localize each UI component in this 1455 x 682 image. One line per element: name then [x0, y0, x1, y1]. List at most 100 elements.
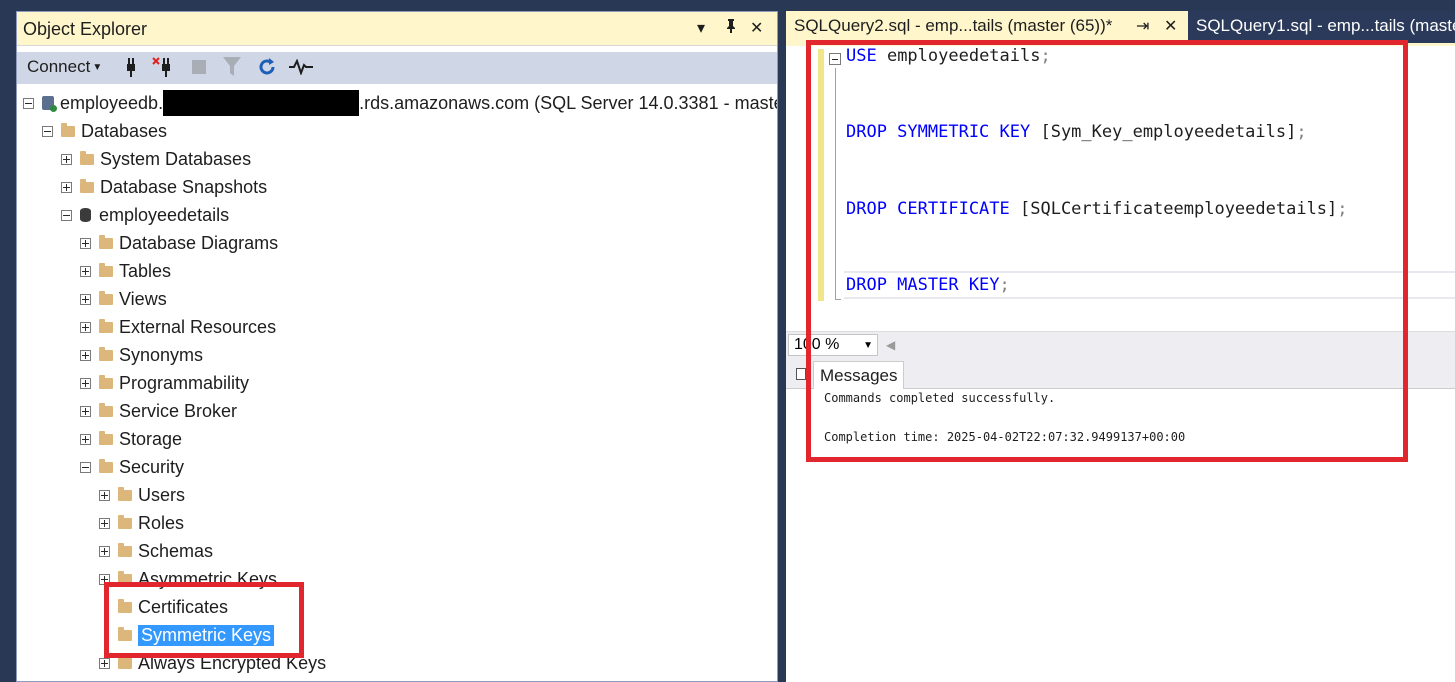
code-text: [Sym_Key_employeedetails] [1030, 122, 1297, 142]
expand-icon[interactable] [80, 433, 91, 445]
zoom-bar: 100 % ▼ ◀ [786, 331, 1455, 359]
folder-icon [118, 542, 132, 557]
tree-node-label: Roles [138, 512, 185, 533]
activity-monitor-icon[interactable] [289, 55, 313, 79]
keyword: DROP SYMMETRIC KEY [846, 122, 1031, 142]
window-position-dropdown-icon[interactable]: ▾ [697, 18, 705, 38]
tree-node[interactable]: Always Encrypted Keys [99, 650, 326, 676]
folder-icon [80, 150, 94, 165]
code-text: [SQLCertificateemployeedetails] [1009, 199, 1338, 219]
code-line-drop-symmetric-key: DROP SYMMETRIC KEY [Sym_Key_employeedeta… [846, 122, 1307, 142]
tree-node-label: Views [119, 288, 167, 309]
keyword: DROP MASTER KEY [846, 275, 1000, 295]
tree-node-label: Programmability [119, 372, 250, 393]
disconnect-icon[interactable] [151, 55, 175, 79]
expand-icon[interactable] [80, 405, 91, 417]
tree-node[interactable]: Programmability [80, 370, 249, 396]
collapse-icon[interactable] [23, 97, 34, 109]
tree-node[interactable]: Tables [80, 258, 171, 284]
collapse-region-icon[interactable] [829, 53, 841, 65]
folder-icon [99, 402, 113, 417]
expand-icon[interactable] [80, 321, 91, 333]
tree-node[interactable]: Database Snapshots [61, 174, 267, 200]
ssms-window: Object Explorer ▾ ✕ Connect ▼ employeedb… [0, 0, 1455, 682]
expand-icon[interactable] [61, 181, 72, 193]
code-line-drop-certificate: DROP CERTIFICATE [SQLCertificateemployee… [846, 199, 1348, 219]
expand-icon[interactable] [80, 237, 91, 249]
expand-icon[interactable] [99, 489, 110, 501]
filter-icon[interactable] [220, 55, 244, 79]
outline-end [835, 299, 841, 300]
expand-icon[interactable] [99, 517, 110, 529]
changed-lines-indicator [818, 49, 824, 301]
folder-icon [61, 122, 75, 137]
tree-node[interactable]: Asymmetric Keys [99, 566, 277, 592]
object-explorer-titlebar: Object Explorer ▾ ✕ [17, 12, 777, 46]
expand-icon[interactable] [99, 545, 110, 557]
tree-node-label: Tables [119, 260, 172, 281]
tree-node-label: Database Diagrams [119, 232, 279, 253]
tree-node[interactable]: Service Broker [80, 398, 237, 424]
folder-icon [80, 178, 94, 193]
tree-node[interactable]: Users [99, 482, 185, 508]
tree-node[interactable]: Symmetric Keys [99, 622, 275, 648]
server-name-suffix: .rds.amazonaws.com (SQL Server 14.0.3381… [359, 92, 777, 113]
tree-node-label: Databases [81, 120, 168, 141]
refresh-icon[interactable] [255, 55, 279, 79]
server-name-prefix: employeedb. [60, 92, 164, 113]
tree-node[interactable]: Security [80, 454, 184, 480]
connect-label: Connect [27, 57, 91, 76]
expand-icon[interactable] [80, 349, 91, 361]
tree-node-label: Certificates [138, 596, 229, 617]
expand-icon[interactable] [99, 657, 110, 669]
tree-node[interactable]: Databases [42, 118, 167, 144]
tab-sqlquery1[interactable]: SQLQuery1.sql - emp...tails (master [1188, 11, 1455, 43]
chevron-down-icon: ▼ [863, 340, 873, 351]
collapse-icon[interactable] [80, 461, 91, 473]
folder-icon [99, 290, 113, 305]
expand-icon[interactable] [61, 153, 72, 165]
tree-node[interactable]: Schemas [99, 538, 213, 564]
keep-tab-open-icon[interactable]: ⇥ [1136, 16, 1149, 36]
zoom-value: 100 % [794, 336, 840, 353]
expand-icon[interactable] [80, 265, 91, 277]
folder-icon [99, 234, 113, 249]
expand-icon[interactable] [80, 293, 91, 305]
tree-node[interactable]: Certificates [99, 594, 228, 620]
tree-node[interactable]: External Resources [80, 314, 276, 340]
folder-icon [99, 430, 113, 445]
tree-node-server[interactable]: employeedb. .rds.amazonaws.com (SQL Serve… [23, 90, 777, 116]
connect-button[interactable]: Connect ▼ [27, 57, 102, 77]
close-icon[interactable]: ✕ [750, 18, 763, 38]
connect-plug-icon[interactable] [119, 55, 143, 79]
messages-icon [796, 368, 806, 380]
keyword: USE [846, 46, 877, 66]
tree-node[interactable]: Database Diagrams [80, 230, 278, 256]
semicolon: ; [1296, 122, 1307, 142]
tab-messages[interactable]: Messages [813, 361, 905, 389]
close-tab-icon[interactable]: ✕ [1164, 16, 1177, 36]
query-editor[interactable]: USE employeedetails; DROP SYMMETRIC KEY … [786, 43, 1455, 331]
folder-icon [99, 262, 113, 277]
tree-node-label: Users [138, 484, 186, 505]
tree-node[interactable]: employeedetails [61, 202, 229, 228]
tab-label: SQLQuery1.sql - emp...tails (master [1196, 16, 1455, 35]
zoom-select[interactable]: 100 % ▼ [788, 334, 878, 356]
tree-node[interactable]: Views [80, 286, 167, 312]
folder-icon [118, 514, 132, 529]
pin-icon[interactable] [725, 18, 737, 39]
tab-sqlquery2[interactable]: SQLQuery2.sql - emp...tails (master (65)… [786, 11, 1188, 43]
scroll-left-icon[interactable]: ◀ [886, 338, 895, 352]
stop-icon[interactable] [187, 55, 211, 79]
tree-node[interactable]: System Databases [61, 146, 251, 172]
tree-node[interactable]: Synonyms [80, 342, 203, 368]
folder-icon [118, 570, 132, 585]
tree-node[interactable]: Storage [80, 426, 182, 452]
collapse-icon[interactable] [61, 209, 72, 221]
tree-node-label: Always Encrypted Keys [138, 652, 327, 673]
expand-icon[interactable] [80, 377, 91, 389]
expand-icon[interactable] [99, 573, 110, 585]
collapse-icon[interactable] [42, 125, 53, 137]
tree-node[interactable]: Roles [99, 510, 184, 536]
tree-node-label: Symmetric Keys [138, 624, 275, 646]
